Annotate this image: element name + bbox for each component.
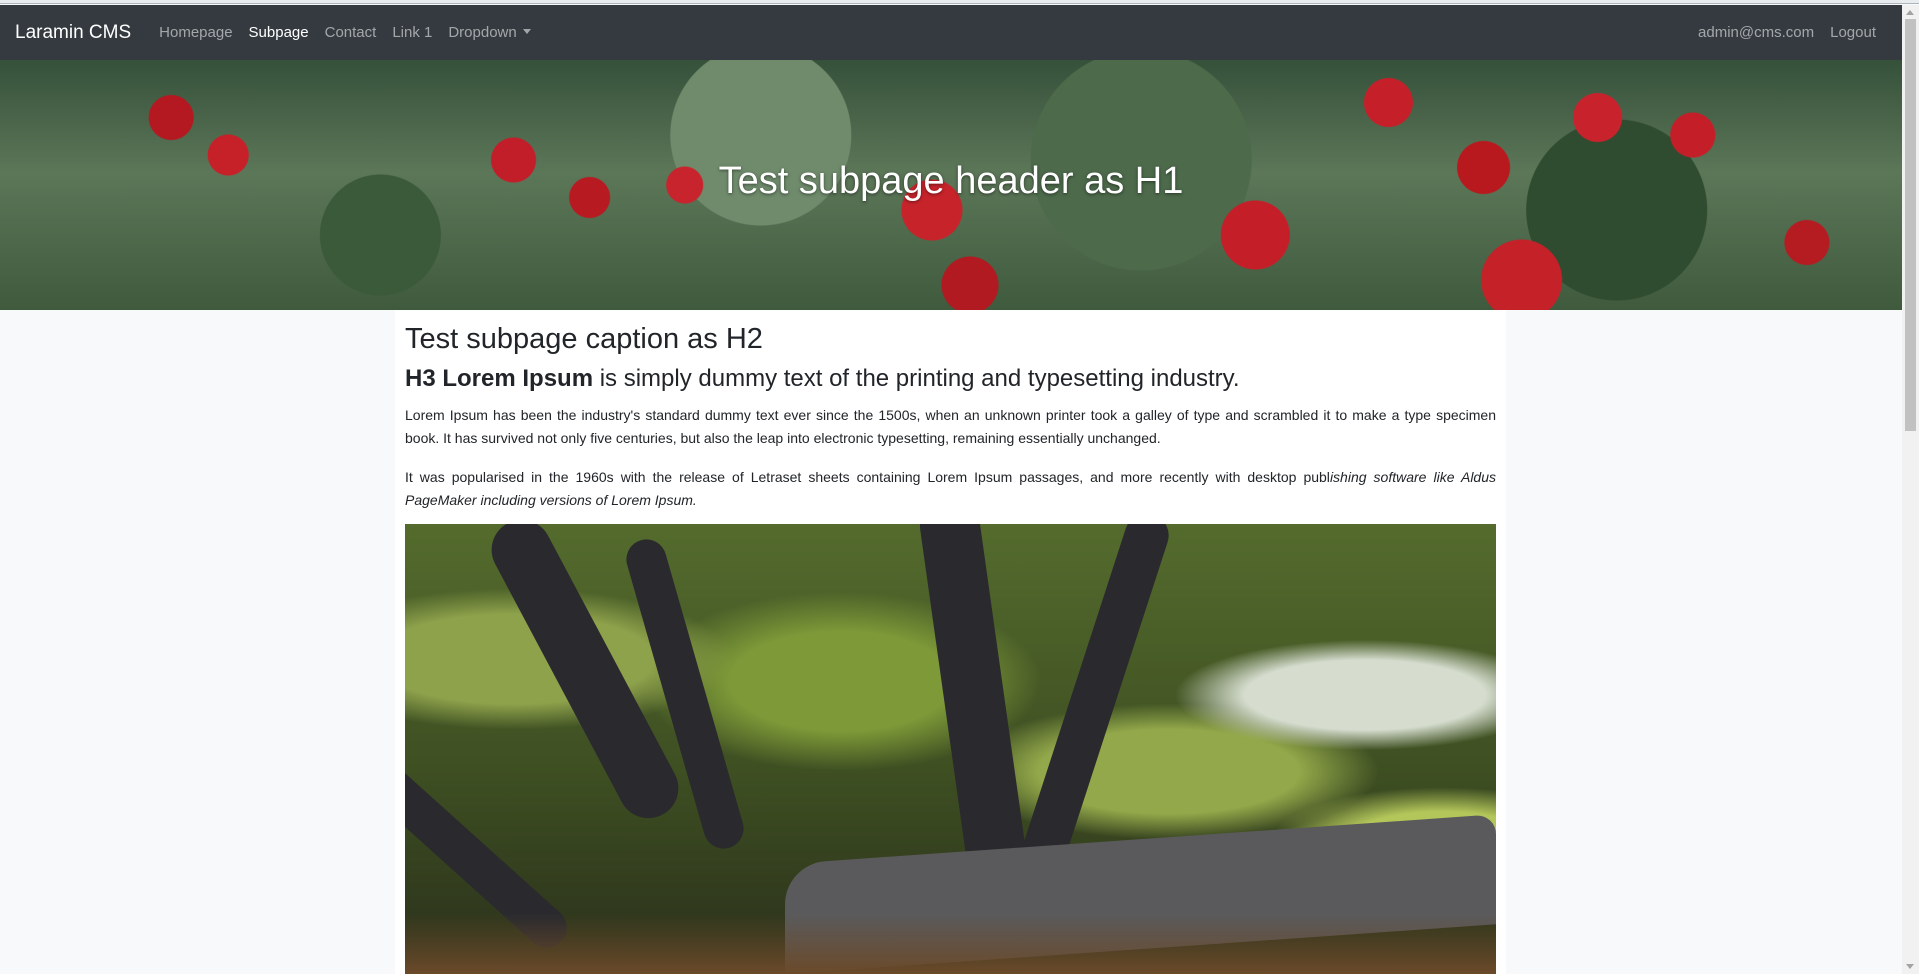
nav-logout[interactable]: Logout (1830, 24, 1876, 41)
nav-contact[interactable]: Contact (325, 24, 377, 41)
nav-link-1[interactable]: Link 1 (392, 24, 432, 41)
scroll-down-arrow-icon[interactable] (1906, 964, 1914, 969)
page-title: Test subpage header as H1 (718, 160, 1184, 202)
caret-down-icon (522, 29, 531, 34)
paragraph-1: Lorem Ipsum has been the industry's stan… (405, 406, 1496, 446)
scrollbar-thumb[interactable] (1905, 19, 1916, 431)
subheading-text: is simply dummy text of the printing and… (593, 364, 1240, 392)
scroll-up-arrow-icon[interactable] (1906, 10, 1914, 15)
hero-banner: Test subpage header as H1 (0, 60, 1902, 310)
main-content: Test subpage caption as H2 H3 Lorem Ipsu… (395, 310, 1506, 974)
nav-user-email[interactable]: admin@cms.com (1698, 24, 1814, 41)
nav-subpage[interactable]: Subpage (249, 24, 309, 41)
subheading-bold: H3 Lorem Ipsum (405, 364, 594, 392)
window-top-edge (0, 0, 1919, 4)
section-subheading: H3 Lorem Ipsum is simply dummy text of t… (405, 365, 1496, 394)
nav-homepage[interactable]: Homepage (159, 24, 232, 41)
paragraph-2: It was popularised in the 1960s with the… (405, 466, 1496, 512)
page-scrollbar[interactable] (1902, 5, 1919, 974)
fallen-leaves-shape (405, 914, 1496, 974)
nav-user-area: admin@cms.com Logout (1682, 24, 1876, 41)
content-photo (405, 524, 1496, 974)
brand-logo-link[interactable]: Laramin CMS (15, 22, 131, 44)
paragraph-2-normal: It was popularised in the 1960s with the… (405, 468, 1330, 485)
nav-dropdown-label: Dropdown (448, 24, 517, 41)
nav-dropdown[interactable]: Dropdown (448, 24, 531, 41)
section-caption: Test subpage caption as H2 (405, 323, 763, 355)
top-navbar: Laramin CMS Homepage Subpage Contact Lin… (0, 5, 1902, 60)
